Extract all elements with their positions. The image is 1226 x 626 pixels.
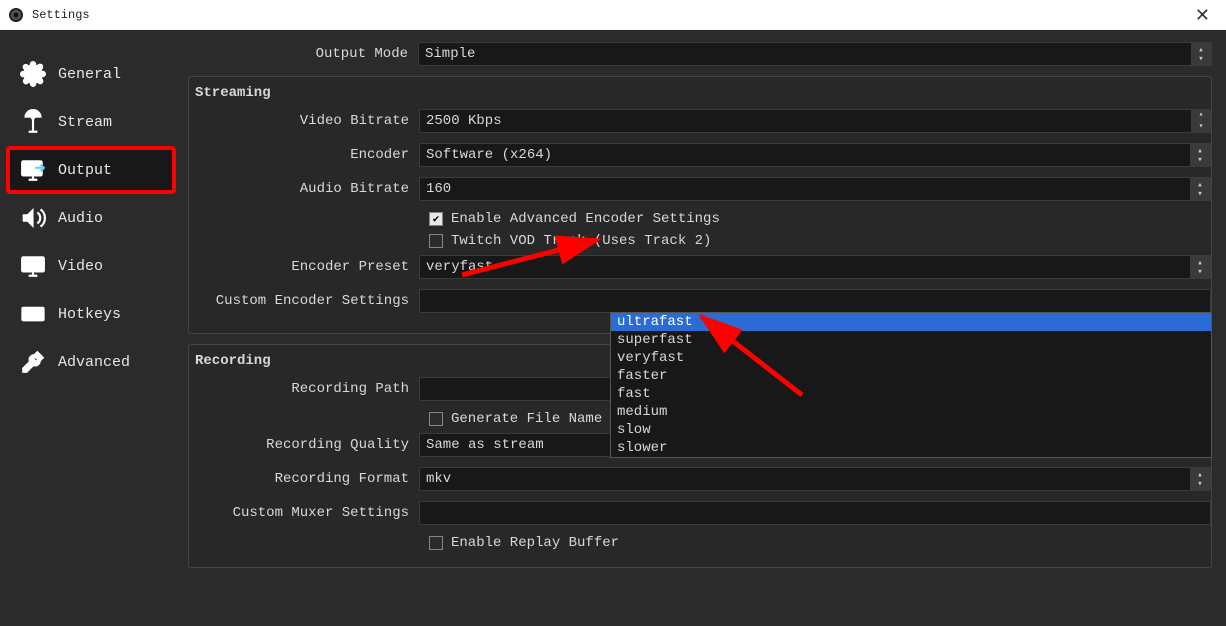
sidebar-item-hotkeys[interactable]: Hotkeys bbox=[8, 292, 174, 336]
no-space-checkbox[interactable] bbox=[429, 412, 443, 426]
audio-bitrate-label: Audio Bitrate bbox=[189, 181, 419, 197]
streaming-group: Streaming Video Bitrate 2500 Kbps ▴▾ Enc… bbox=[188, 76, 1212, 334]
replay-buffer-label: Enable Replay Buffer bbox=[451, 535, 619, 551]
preset-option[interactable]: slower bbox=[611, 439, 1211, 457]
encoder-preset-select[interactable]: veryfast ▴▾ bbox=[419, 255, 1211, 279]
replay-buffer-checkbox[interactable] bbox=[429, 536, 443, 550]
sidebar-item-advanced[interactable]: Advanced bbox=[8, 340, 174, 384]
sidebar-item-audio[interactable]: Audio bbox=[8, 196, 174, 240]
video-icon bbox=[20, 253, 46, 279]
titlebar: Settings ✕ bbox=[0, 0, 1226, 30]
preset-option[interactable]: faster bbox=[611, 367, 1211, 385]
sidebar-item-label: Audio bbox=[58, 210, 103, 227]
video-bitrate-label: Video Bitrate bbox=[189, 113, 419, 129]
output-mode-label: Output Mode bbox=[188, 46, 418, 62]
preset-option[interactable]: medium bbox=[611, 403, 1211, 421]
window-title: Settings bbox=[32, 8, 90, 22]
sidebar-item-stream[interactable]: Stream bbox=[8, 100, 174, 144]
gear-icon bbox=[20, 61, 46, 87]
tools-icon bbox=[20, 349, 46, 375]
recording-format-select[interactable]: mkv ▴▾ bbox=[419, 467, 1211, 491]
settings-content: Output Mode Simple ▴▾ Streaming Video Bi… bbox=[182, 30, 1226, 626]
chevron-updown-icon: ▴▾ bbox=[1194, 181, 1206, 199]
custom-muxer-label: Custom Muxer Settings bbox=[189, 505, 419, 521]
recording-format-label: Recording Format bbox=[189, 471, 419, 487]
audio-bitrate-value: 160 bbox=[426, 181, 451, 197]
twitch-vod-checkbox[interactable] bbox=[429, 234, 443, 248]
sidebar-item-output[interactable]: Output bbox=[8, 148, 174, 192]
recording-path-label: Recording Path bbox=[189, 381, 419, 397]
settings-sidebar: General Stream Output Audio Video Hotkey… bbox=[0, 30, 182, 626]
sidebar-item-label: Stream bbox=[58, 114, 112, 131]
recording-quality-label: Recording Quality bbox=[189, 437, 419, 453]
sidebar-item-label: Video bbox=[58, 258, 103, 275]
encoder-select[interactable]: Software (x264) ▴▾ bbox=[419, 143, 1211, 167]
encoder-preset-value: veryfast bbox=[426, 259, 493, 275]
sidebar-item-label: Output bbox=[58, 162, 112, 179]
encoder-preset-label: Encoder Preset bbox=[189, 259, 419, 275]
preset-option[interactable]: ultrafast bbox=[611, 313, 1211, 331]
enable-advanced-label: Enable Advanced Encoder Settings bbox=[451, 211, 720, 227]
twitch-vod-label: Twitch VOD Track (Uses Track 2) bbox=[451, 233, 711, 249]
encoder-value: Software (x264) bbox=[426, 147, 552, 163]
video-bitrate-input[interactable]: 2500 Kbps bbox=[419, 109, 1211, 133]
audio-bitrate-select[interactable]: 160 ▴▾ bbox=[419, 177, 1211, 201]
chevron-updown-icon: ▴▾ bbox=[1195, 46, 1207, 64]
encoder-label: Encoder bbox=[189, 147, 419, 163]
sidebar-item-label: General bbox=[58, 66, 121, 83]
recording-format-value: mkv bbox=[426, 471, 451, 487]
recording-quality-value: Same as stream bbox=[426, 437, 544, 453]
output-icon bbox=[20, 157, 46, 183]
preset-option[interactable]: superfast bbox=[611, 331, 1211, 349]
chevron-updown-icon: ▴▾ bbox=[1194, 259, 1206, 277]
obs-logo-icon bbox=[8, 7, 24, 23]
chevron-updown-icon: ▴▾ bbox=[1194, 471, 1206, 489]
encoder-preset-dropdown[interactable]: ultrafastsuperfastveryfastfasterfastmedi… bbox=[610, 312, 1212, 458]
streaming-title: Streaming bbox=[189, 85, 1211, 109]
sidebar-item-general[interactable]: General bbox=[8, 52, 174, 96]
antenna-icon bbox=[20, 109, 46, 135]
preset-option[interactable]: slow bbox=[611, 421, 1211, 439]
sidebar-item-label: Advanced bbox=[58, 354, 130, 371]
sidebar-item-video[interactable]: Video bbox=[8, 244, 174, 288]
keyboard-icon bbox=[20, 301, 46, 327]
video-bitrate-value: 2500 Kbps bbox=[426, 113, 502, 129]
spin-arrows[interactable]: ▴▾ bbox=[1191, 109, 1211, 133]
enable-advanced-checkbox[interactable]: ✔ bbox=[429, 212, 443, 226]
output-mode-select[interactable]: Simple ▴▾ bbox=[418, 42, 1212, 66]
close-button[interactable]: ✕ bbox=[1187, 3, 1218, 28]
chevron-updown-icon: ▴▾ bbox=[1194, 147, 1206, 165]
audio-icon bbox=[20, 205, 46, 231]
custom-encoder-label: Custom Encoder Settings bbox=[189, 293, 419, 309]
preset-option[interactable]: fast bbox=[611, 385, 1211, 403]
output-mode-value: Simple bbox=[425, 46, 475, 62]
custom-muxer-input[interactable] bbox=[419, 501, 1211, 525]
sidebar-item-label: Hotkeys bbox=[58, 306, 121, 323]
preset-option[interactable]: veryfast bbox=[611, 349, 1211, 367]
custom-encoder-input[interactable] bbox=[419, 289, 1211, 313]
